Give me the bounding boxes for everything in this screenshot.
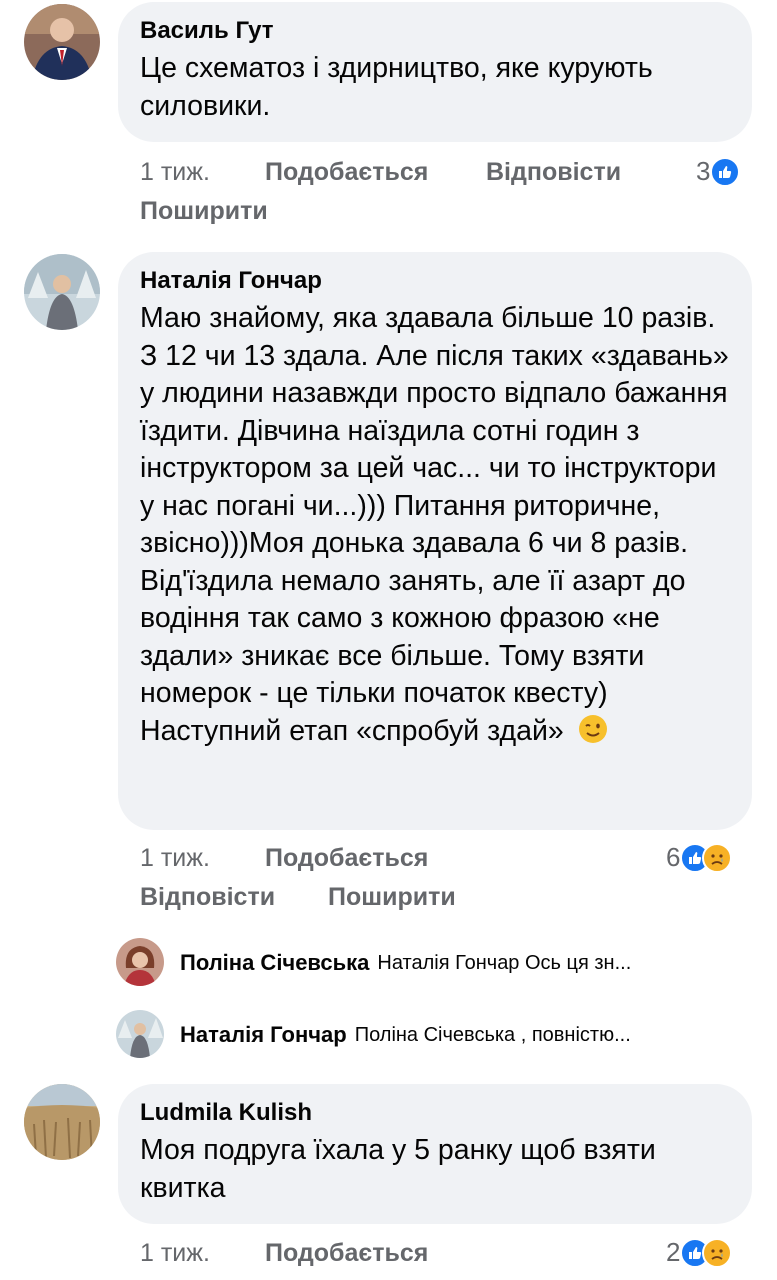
reply-text: Наталія Гончар Ось ця зн... [377,951,632,974]
comment-text: Маю знайому, яка здавала більше 10 разів… [140,300,738,754]
reply-text: Поліна Січевська , повністю... [354,1023,631,1046]
avatar[interactable] [24,4,100,80]
avatar-photo [24,1084,100,1160]
comment-text-body: Маю знайому, яка здавала більше 10 разів… [140,302,729,747]
comment-bubble: Наталія Гончар Маю знайому, яка здавала … [118,252,752,830]
wink-emoji-icon [578,714,608,755]
reaction-count: 3 [696,156,711,186]
share-link[interactable]: Поширити [140,196,268,226]
comment-author[interactable]: Наталія Гончар [140,266,730,296]
avatar-photo [24,4,100,80]
reaction-summary[interactable]: 6 [666,842,733,873]
like-link[interactable]: Подобається [265,843,428,873]
reaction-count: 6 [666,842,681,872]
reply-author[interactable]: Поліна Січевська [180,950,369,976]
comment-text: Це схематоз і здирництво, яке курують си… [140,52,653,122]
reaction-summary[interactable]: 3 [696,156,741,187]
comment-author[interactable]: Василь Гут [140,16,730,46]
avatar[interactable] [24,1084,100,1160]
comment-bubble: Василь Гут Це схематоз і здирництво, яке… [118,2,752,142]
like-link[interactable]: Подобається [265,1238,428,1268]
comment-author[interactable]: Ludmila Kulish [140,1098,730,1128]
comment-bubble: Ludmila Kulish Моя подруга їхала у 5 ран… [118,1084,752,1224]
avatar[interactable] [24,254,100,330]
reply-preview[interactable]: Поліна Січевська Наталія Гончар Ось ця з… [118,938,631,988]
like-icon [710,156,741,187]
reply-link[interactable]: Відповісти [140,882,275,912]
reply-link[interactable]: Відповісти [486,157,621,187]
reply-author[interactable]: Наталія Гончар [180,1022,347,1048]
comment-text: Моя подруга їхала у 5 ранку щоб взяти кв… [140,1134,656,1204]
avatar-photo [24,254,100,330]
reaction-count: 2 [666,1237,681,1267]
sad-icon [702,842,733,873]
reply-preview[interactable]: Наталія Гончар Поліна Січевська , повніс… [118,1010,631,1060]
share-link[interactable]: Поширити [328,882,456,912]
comment-time[interactable]: 1 тиж. [140,157,210,187]
sad-icon [702,1237,733,1268]
comment-time[interactable]: 1 тиж. [140,843,210,873]
like-link[interactable]: Подобається [265,157,428,187]
comment-time[interactable]: 1 тиж. [140,1238,210,1268]
reaction-summary[interactable]: 2 [666,1237,733,1268]
